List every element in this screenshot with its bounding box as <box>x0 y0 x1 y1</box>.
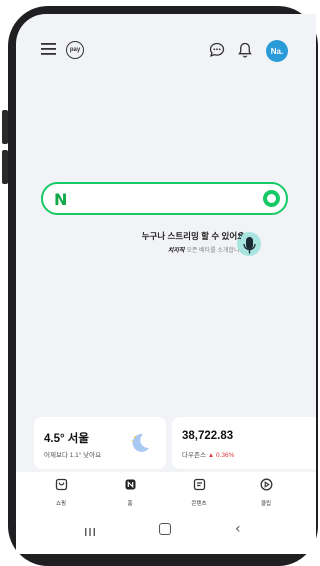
banner-subtitle[interactable]: 치지직 오픈 베타를 소개합니다 <box>111 245 245 254</box>
recent-apps-icon[interactable] <box>84 524 96 542</box>
bell-icon[interactable] <box>238 42 252 58</box>
clip-play-icon <box>260 478 273 496</box>
stock-card[interactable]: 38,722.83 다우존스 ▲ 0.36% <box>172 417 316 469</box>
system-nav-bar: ‹ <box>16 512 316 554</box>
content-icon <box>193 478 206 496</box>
top-bar: pay Na. <box>16 34 316 64</box>
nav-label-content: 콘텐츠 <box>191 501 207 507</box>
weather-card[interactable]: 4.5° 서울 어제보다 1.1° 낮아요 <box>34 417 166 469</box>
microphone-icon[interactable] <box>234 229 262 257</box>
pay-button[interactable]: pay <box>66 41 84 59</box>
stock-index-name: 다우존스 <box>182 452 206 459</box>
nav-item-clip[interactable]: 클립 <box>246 478 286 507</box>
home-icon <box>124 478 137 496</box>
green-lens-icon[interactable] <box>263 190 280 207</box>
nav-item-shopping[interactable]: 쇼핑 <box>41 478 81 507</box>
nav-label-clip: 클립 <box>260 501 272 507</box>
nav-label-shopping: 쇼핑 <box>55 501 67 507</box>
chat-bubble-icon[interactable] <box>209 42 225 58</box>
stock-detail: 다우존스 ▲ 0.36% <box>182 449 234 459</box>
screen: pay Na. N 누구나 스트리밍 할 수 있어요 치지직 오픈 베타를 소개합… <box>16 14 316 554</box>
banner-title[interactable]: 누구나 스트리밍 할 수 있어요 <box>111 230 245 242</box>
stock-value: 38,722.83 <box>182 430 234 442</box>
moon-icon <box>128 431 152 455</box>
back-icon[interactable]: ‹ <box>235 521 241 537</box>
shopping-bag-icon <box>55 478 68 496</box>
hamburger-menu-icon[interactable] <box>40 42 56 56</box>
weather-detail: 어제보다 1.1° 낮아요 <box>44 452 102 459</box>
stock-change: ▲ 0.36% <box>207 452 235 459</box>
nav-label-home: 홈 <box>127 501 133 507</box>
nav-item-home[interactable]: 홈 <box>110 478 150 507</box>
avatar[interactable]: Na. <box>266 40 288 62</box>
naver-logo-icon: N <box>54 190 68 209</box>
search-bar[interactable]: N <box>41 182 288 215</box>
system-home-icon[interactable] <box>159 523 171 535</box>
pay-label: pay <box>69 47 81 53</box>
weather-temp-city: 4.5° 서울 <box>44 433 89 445</box>
nav-item-content[interactable]: 콘텐츠 <box>179 478 219 507</box>
banner-brand: 치지직 <box>167 248 185 254</box>
